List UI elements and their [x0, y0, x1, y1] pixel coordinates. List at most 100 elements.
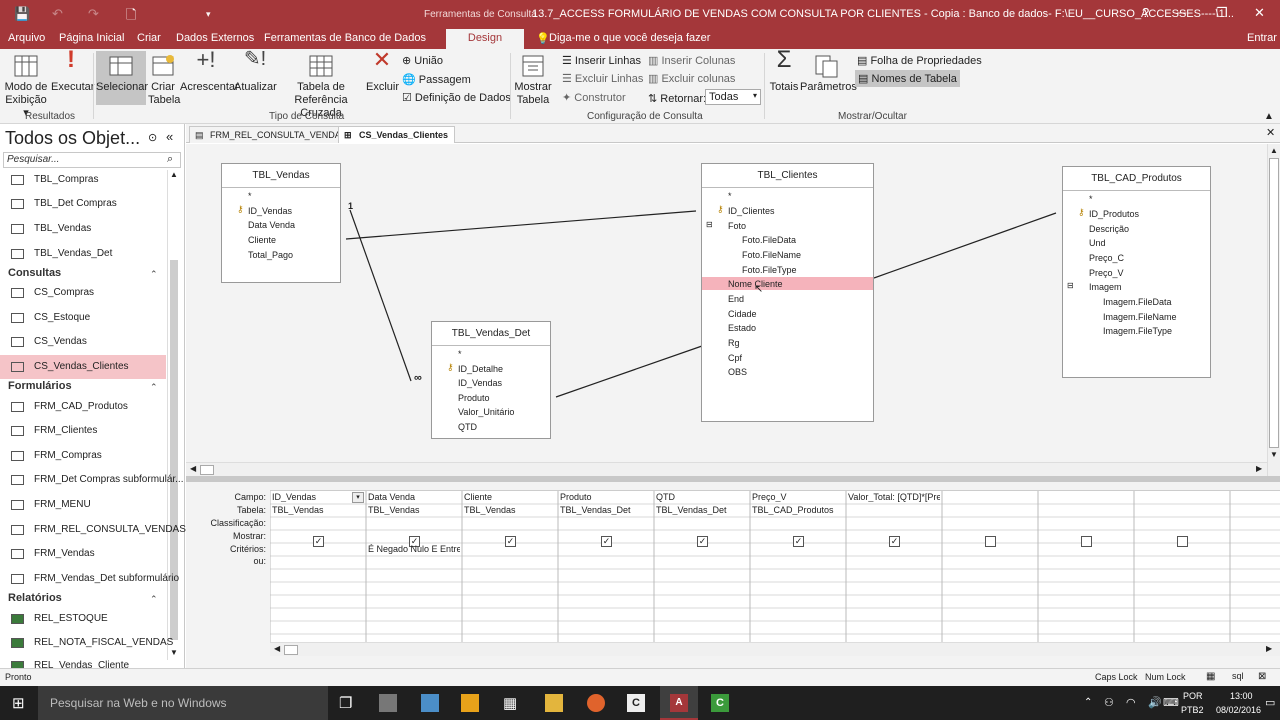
insert-rows-button[interactable]: ☰ Inserir Linhas: [562, 54, 641, 67]
undo-icon[interactable]: ↶: [52, 6, 63, 22]
nav-query-item-selected[interactable]: CS_Vendas_Clientes: [0, 355, 166, 379]
show-checkbox[interactable]: [985, 536, 996, 547]
h-scroll-thumb[interactable]: [200, 465, 214, 475]
table-names-button[interactable]: ▤ Nomes de Tabela: [855, 70, 960, 87]
camtasia-icon[interactable]: C: [627, 694, 645, 712]
nav-query-item[interactable]: CS_Vendas: [0, 330, 166, 354]
delete-cols-button[interactable]: ▥ Excluir colunas: [648, 72, 735, 85]
firefox-icon[interactable]: [587, 694, 605, 712]
save-icon[interactable]: 💾: [14, 6, 30, 22]
field-item[interactable]: Cliente: [248, 235, 276, 245]
design-h-scrollbar[interactable]: ◀ ▶: [186, 462, 1267, 476]
new-file-icon[interactable]: 🗋: [126, 6, 136, 28]
field-item[interactable]: Rg: [728, 338, 740, 348]
clock-time[interactable]: 13:00: [1230, 691, 1253, 701]
show-checkbox[interactable]: ✓: [505, 536, 516, 547]
return-select[interactable]: Todas ▾: [705, 89, 761, 105]
collapse-icon[interactable]: ⊟: [1067, 281, 1074, 290]
sign-in-link[interactable]: Entrar: [1247, 32, 1277, 44]
field-item[interactable]: Produto: [458, 393, 490, 403]
grid-body[interactable]: ID_Vendas ▾ TBL_Vendas ✓ Data Venda TBL_…: [270, 490, 1280, 643]
scroll-down-icon[interactable]: ▼: [1270, 450, 1278, 459]
grid-cell-table[interactable]: TBL_Vendas_Det: [560, 505, 652, 515]
sql-view-icon[interactable]: sql: [1232, 671, 1244, 681]
tab-criar[interactable]: Criar: [137, 32, 161, 44]
grid-h-scrollbar[interactable]: ◀ ▶: [270, 642, 1280, 656]
nav-table-item[interactable]: TBL_Vendas_Det: [0, 242, 166, 266]
grid-cell-table[interactable]: TBL_Vendas: [464, 505, 556, 515]
scroll-right-icon[interactable]: ▶: [1266, 644, 1272, 653]
passthrough-button[interactable]: 🌐 Passagem: [402, 73, 471, 86]
field-item[interactable]: Und: [1089, 238, 1106, 248]
collapse-nav-icon[interactable]: «: [166, 129, 173, 144]
nav-form-item[interactable]: FRM_REL_CONSULTA_VENDAS: [0, 518, 186, 542]
nav-report-item[interactable]: REL_Vendas_Cliente: [0, 654, 166, 668]
keyboard-layout-indicator[interactable]: PTB2: [1181, 705, 1204, 715]
collapse-icon[interactable]: ⊟: [706, 220, 713, 229]
field-item[interactable]: Cidade: [728, 309, 757, 319]
field-item[interactable]: Preço_C: [1089, 253, 1124, 263]
close-icon[interactable]: ✕: [1254, 5, 1265, 21]
crosstab-button[interactable]: Tabela de Referência Cruzada: [276, 53, 366, 120]
field-item[interactable]: Valor_Unitário: [458, 407, 514, 417]
field-item[interactable]: Estado: [728, 323, 756, 333]
scroll-up-icon[interactable]: ▲: [170, 170, 178, 179]
restore-icon[interactable]: ❐: [1216, 5, 1228, 21]
nav-table-item[interactable]: TBL_Vendas: [0, 217, 166, 241]
nav-form-item[interactable]: FRM_Vendas_Det subformulário: [0, 567, 179, 591]
field-item[interactable]: ID_Clientes: [728, 206, 775, 216]
field-item[interactable]: *: [248, 191, 252, 201]
tab-cs-vendas-clientes[interactable]: ⊞ CS_Vendas_Clientes: [338, 126, 456, 143]
nav-form-item[interactable]: FRM_Clientes: [0, 419, 166, 443]
field-item[interactable]: Cpf: [728, 353, 742, 363]
table-box-vendas-det[interactable]: TBL_Vendas_Det * ⚷ ID_Detalhe ID_Vendas …: [431, 321, 551, 439]
field-item[interactable]: ID_Vendas: [458, 378, 502, 388]
nav-report-item[interactable]: REL_NOTA_FISCAL_VENDAS: [0, 631, 173, 655]
taskbar-access-active[interactable]: A: [660, 686, 698, 720]
notifications-icon[interactable]: ▭: [1265, 696, 1275, 709]
nav-report-item[interactable]: REL_ESTOQUE: [0, 607, 166, 631]
task-view-icon[interactable]: ❐: [339, 694, 357, 712]
nav-query-item[interactable]: CS_Compras: [0, 281, 166, 305]
run-button[interactable]: ! Executar: [51, 48, 94, 94]
update-button[interactable]: ✎! Atualizar: [234, 49, 277, 94]
taskbar-search-input[interactable]: Pesquisar na Web e no Windows: [38, 686, 328, 720]
chevron-up-icon[interactable]: ⌃: [150, 382, 158, 393]
nav-form-item[interactable]: FRM_CAD_Produtos: [0, 395, 166, 419]
nav-search-input[interactable]: Pesquisar...: [3, 152, 181, 168]
design-view-icon[interactable]: ⊠: [1258, 671, 1266, 682]
field-item[interactable]: *: [458, 349, 462, 359]
nav-menu-icon[interactable]: ⊙: [148, 131, 157, 144]
grid-cell-field[interactable]: QTD: [656, 492, 748, 502]
chevron-up-icon[interactable]: ⌃: [150, 269, 158, 280]
view-button[interactable]: Modo de Exibição ▾: [4, 53, 48, 120]
field-item[interactable]: ID_Vendas: [248, 206, 292, 216]
nav-table-item[interactable]: TBL_Det Compras: [0, 192, 166, 216]
customize-qat-icon[interactable]: ▾: [206, 9, 211, 20]
grid-cell-field[interactable]: Data Venda: [368, 492, 460, 502]
field-item[interactable]: OBS: [728, 367, 747, 377]
query-design-area[interactable]: 1 ∞ TBL_Vendas * ⚷ ID_Vendas Data Venda …: [186, 144, 1267, 462]
field-item[interactable]: ID_Detalhe: [458, 364, 503, 374]
minimize-icon[interactable]: ─: [1177, 5, 1186, 20]
tab-ferramentas-bd[interactable]: Ferramentas de Banco de Dados: [264, 32, 426, 44]
redo-icon[interactable]: ↷: [88, 6, 99, 22]
show-table-button[interactable]: Mostrar Tabela: [513, 53, 553, 107]
append-button[interactable]: +! Acrescentar: [180, 49, 239, 94]
property-sheet-button[interactable]: ▤ Folha de Propriedades: [857, 54, 982, 67]
grid-cell-field[interactable]: Preço_V: [752, 492, 844, 502]
nav-form-item[interactable]: FRM_MENU: [0, 493, 166, 517]
table-title[interactable]: TBL_Vendas_Det: [432, 322, 550, 346]
scroll-right-icon[interactable]: ▶: [1256, 464, 1262, 473]
nav-form-item[interactable]: FRM_Vendas: [0, 542, 166, 566]
field-item[interactable]: Foto: [728, 221, 746, 231]
calculator-icon[interactable]: ▦: [503, 694, 521, 712]
grid-cell-table[interactable]: TBL_Vendas: [272, 505, 364, 515]
field-item[interactable]: Imagem: [1089, 282, 1122, 292]
clock-date[interactable]: 08/02/2016: [1216, 705, 1261, 715]
scroll-up-icon[interactable]: ▲: [1270, 146, 1278, 155]
field-item[interactable]: Foto.FileName: [742, 250, 801, 260]
table-box-produtos[interactable]: TBL_CAD_Produtos * ⚷ ID_Produtos Descriç…: [1062, 166, 1211, 378]
field-item[interactable]: Descrição: [1089, 224, 1129, 234]
tell-me-input[interactable]: Diga-me o que você deseja fazer: [549, 32, 710, 44]
